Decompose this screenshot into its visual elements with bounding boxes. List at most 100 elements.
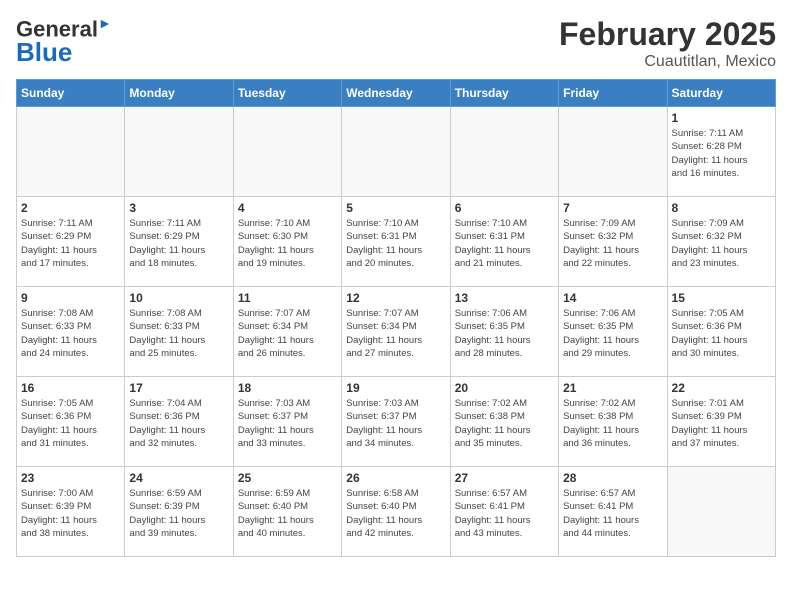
header-row: SundayMondayTuesdayWednesdayThursdayFrid… xyxy=(17,80,776,107)
day-cell: 6 Sunrise: 7:10 AM Sunset: 6:31 PM Daylig… xyxy=(450,197,558,287)
day-number: 17 xyxy=(129,381,228,395)
day-number: 12 xyxy=(346,291,445,305)
day-cell: 1Sunrise: 7:11 AM Sunset: 6:28 PM Daylig… xyxy=(667,107,775,197)
day-cell xyxy=(559,107,667,197)
day-info: Sunrise: 7:03 AM Sunset: 6:37 PM Dayligh… xyxy=(346,397,445,450)
day-cell: 13 Sunrise: 7:06 AM Sunset: 6:35 PM Dayli… xyxy=(450,287,558,377)
day-info: Sunrise: 6:59 AM Sunset: 6:39 PM Dayligh… xyxy=(129,487,228,540)
week-row-2: 2 Sunrise: 7:11 AM Sunset: 6:29 PM Daylig… xyxy=(17,197,776,287)
day-number: 3 xyxy=(129,201,228,215)
day-info: Sunrise: 7:03 AM Sunset: 6:37 PM Dayligh… xyxy=(238,397,337,450)
day-info: Sunrise: 7:11 AM Sunset: 6:28 PM Dayligh… xyxy=(672,127,771,180)
day-number: 27 xyxy=(455,471,554,485)
day-cell: 28 Sunrise: 6:57 AM Sunset: 6:41 PM Dayli… xyxy=(559,467,667,557)
day-info: Sunrise: 7:11 AM Sunset: 6:29 PM Dayligh… xyxy=(129,217,228,270)
day-cell: 22 Sunrise: 7:01 AM Sunset: 6:39 PM Dayli… xyxy=(667,377,775,467)
day-info: Sunrise: 7:01 AM Sunset: 6:39 PM Dayligh… xyxy=(672,397,771,450)
day-cell xyxy=(17,107,125,197)
day-number: 2 xyxy=(21,201,120,215)
week-row-3: 9 Sunrise: 7:08 AM Sunset: 6:33 PM Daylig… xyxy=(17,287,776,377)
day-cell: 23 Sunrise: 7:00 AM Sunset: 6:39 PM Dayli… xyxy=(17,467,125,557)
calendar-table: SundayMondayTuesdayWednesdayThursdayFrid… xyxy=(16,79,776,557)
day-number: 5 xyxy=(346,201,445,215)
day-number: 22 xyxy=(672,381,771,395)
day-number: 10 xyxy=(129,291,228,305)
day-cell: 26 Sunrise: 6:58 AM Sunset: 6:40 PM Dayli… xyxy=(342,467,450,557)
week-row-1: 1Sunrise: 7:11 AM Sunset: 6:28 PM Daylig… xyxy=(17,107,776,197)
day-number: 24 xyxy=(129,471,228,485)
day-cell xyxy=(450,107,558,197)
day-cell xyxy=(125,107,233,197)
day-number: 6 xyxy=(455,201,554,215)
day-info: Sunrise: 6:58 AM Sunset: 6:40 PM Dayligh… xyxy=(346,487,445,540)
day-cell xyxy=(233,107,341,197)
day-cell: 18 Sunrise: 7:03 AM Sunset: 6:37 PM Dayli… xyxy=(233,377,341,467)
col-header-thursday: Thursday xyxy=(450,80,558,107)
day-info: Sunrise: 7:09 AM Sunset: 6:32 PM Dayligh… xyxy=(563,217,662,270)
day-info: Sunrise: 7:11 AM Sunset: 6:29 PM Dayligh… xyxy=(21,217,120,270)
day-cell: 16 Sunrise: 7:05 AM Sunset: 6:36 PM Dayli… xyxy=(17,377,125,467)
day-info: Sunrise: 6:57 AM Sunset: 6:41 PM Dayligh… xyxy=(563,487,662,540)
day-info: Sunrise: 7:08 AM Sunset: 6:33 PM Dayligh… xyxy=(21,307,120,360)
day-number: 14 xyxy=(563,291,662,305)
day-number: 21 xyxy=(563,381,662,395)
day-info: Sunrise: 7:00 AM Sunset: 6:39 PM Dayligh… xyxy=(21,487,120,540)
day-number: 18 xyxy=(238,381,337,395)
day-info: Sunrise: 7:07 AM Sunset: 6:34 PM Dayligh… xyxy=(346,307,445,360)
day-number: 15 xyxy=(672,291,771,305)
day-number: 9 xyxy=(21,291,120,305)
day-cell: 9 Sunrise: 7:08 AM Sunset: 6:33 PM Daylig… xyxy=(17,287,125,377)
col-header-wednesday: Wednesday xyxy=(342,80,450,107)
day-number: 8 xyxy=(672,201,771,215)
day-info: Sunrise: 7:10 AM Sunset: 6:31 PM Dayligh… xyxy=(455,217,554,270)
week-row-5: 23 Sunrise: 7:00 AM Sunset: 6:39 PM Dayli… xyxy=(17,467,776,557)
day-info: Sunrise: 7:02 AM Sunset: 6:38 PM Dayligh… xyxy=(563,397,662,450)
day-cell xyxy=(342,107,450,197)
day-number: 19 xyxy=(346,381,445,395)
month-title: February 2025 xyxy=(559,16,776,53)
logo-blue: Blue xyxy=(16,38,72,67)
day-cell: 27 Sunrise: 6:57 AM Sunset: 6:41 PM Dayli… xyxy=(450,467,558,557)
day-cell: 10 Sunrise: 7:08 AM Sunset: 6:33 PM Dayli… xyxy=(125,287,233,377)
day-info: Sunrise: 7:08 AM Sunset: 6:33 PM Dayligh… xyxy=(129,307,228,360)
day-cell: 15 Sunrise: 7:05 AM Sunset: 6:36 PM Dayli… xyxy=(667,287,775,377)
day-info: Sunrise: 7:10 AM Sunset: 6:31 PM Dayligh… xyxy=(346,217,445,270)
day-info: Sunrise: 7:09 AM Sunset: 6:32 PM Dayligh… xyxy=(672,217,771,270)
day-cell: 24 Sunrise: 6:59 AM Sunset: 6:39 PM Dayli… xyxy=(125,467,233,557)
day-cell: 20 Sunrise: 7:02 AM Sunset: 6:38 PM Dayli… xyxy=(450,377,558,467)
day-cell: 19 Sunrise: 7:03 AM Sunset: 6:37 PM Dayli… xyxy=(342,377,450,467)
day-cell: 3 Sunrise: 7:11 AM Sunset: 6:29 PM Daylig… xyxy=(125,197,233,287)
day-number: 28 xyxy=(563,471,662,485)
day-cell xyxy=(667,467,775,557)
day-cell: 8 Sunrise: 7:09 AM Sunset: 6:32 PM Daylig… xyxy=(667,197,775,287)
day-cell: 5 Sunrise: 7:10 AM Sunset: 6:31 PM Daylig… xyxy=(342,197,450,287)
day-info: Sunrise: 6:57 AM Sunset: 6:41 PM Dayligh… xyxy=(455,487,554,540)
day-info: Sunrise: 7:06 AM Sunset: 6:35 PM Dayligh… xyxy=(455,307,554,360)
week-row-4: 16 Sunrise: 7:05 AM Sunset: 6:36 PM Dayli… xyxy=(17,377,776,467)
page-header: General► Blue February 2025 Cuautitlan, … xyxy=(16,16,776,71)
day-info: Sunrise: 7:10 AM Sunset: 6:30 PM Dayligh… xyxy=(238,217,337,270)
day-cell: 7Sunrise: 7:09 AM Sunset: 6:32 PM Daylig… xyxy=(559,197,667,287)
day-number: 16 xyxy=(21,381,120,395)
day-cell: 14 Sunrise: 7:06 AM Sunset: 6:35 PM Dayli… xyxy=(559,287,667,377)
col-header-sunday: Sunday xyxy=(17,80,125,107)
day-number: 23 xyxy=(21,471,120,485)
day-info: Sunrise: 7:06 AM Sunset: 6:35 PM Dayligh… xyxy=(563,307,662,360)
day-number: 11 xyxy=(238,291,337,305)
day-number: 20 xyxy=(455,381,554,395)
col-header-tuesday: Tuesday xyxy=(233,80,341,107)
day-cell: 12 Sunrise: 7:07 AM Sunset: 6:34 PM Dayli… xyxy=(342,287,450,377)
day-cell: 21 Sunrise: 7:02 AM Sunset: 6:38 PM Dayli… xyxy=(559,377,667,467)
day-info: Sunrise: 7:02 AM Sunset: 6:38 PM Dayligh… xyxy=(455,397,554,450)
day-number: 26 xyxy=(346,471,445,485)
day-number: 13 xyxy=(455,291,554,305)
day-cell: 25Sunrise: 6:59 AM Sunset: 6:40 PM Dayli… xyxy=(233,467,341,557)
day-cell: 2 Sunrise: 7:11 AM Sunset: 6:29 PM Daylig… xyxy=(17,197,125,287)
day-info: Sunrise: 7:05 AM Sunset: 6:36 PM Dayligh… xyxy=(672,307,771,360)
day-info: Sunrise: 7:05 AM Sunset: 6:36 PM Dayligh… xyxy=(21,397,120,450)
day-cell: 11Sunrise: 7:07 AM Sunset: 6:34 PM Dayli… xyxy=(233,287,341,377)
col-header-monday: Monday xyxy=(125,80,233,107)
col-header-friday: Friday xyxy=(559,80,667,107)
title-block: February 2025 Cuautitlan, Mexico xyxy=(559,16,776,71)
col-header-saturday: Saturday xyxy=(667,80,775,107)
